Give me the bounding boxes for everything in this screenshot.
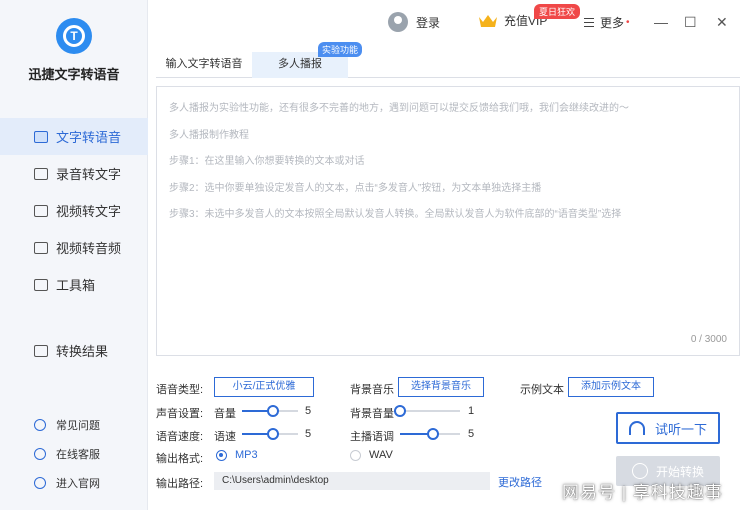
toolbox-icon (34, 278, 48, 291)
notification-dot: • (626, 17, 630, 28)
sound-settings-label: 声音设置: (156, 408, 204, 420)
format-mp3-radio[interactable]: MP3 (216, 449, 258, 461)
volume-slider-handle[interactable] (266, 405, 279, 417)
speech-speed-label: 语音速度: (156, 431, 204, 443)
website-link[interactable]: 进入官网 (0, 468, 148, 497)
text-to-speech-icon (34, 130, 48, 143)
radio-unselected-icon (350, 449, 361, 461)
tab-text-input[interactable]: 输入文字转语音 (156, 52, 252, 78)
pitch-value: 5 (468, 428, 475, 440)
speed-value: 5 (305, 428, 312, 440)
question-icon (34, 418, 46, 431)
volume-label: 音量 (214, 408, 236, 420)
monitor-icon (34, 476, 46, 489)
recording-icon (34, 167, 48, 180)
hint-line: 步骤2：选中你要单独设定发音人的文本，点击“多发音人”按钮，为文本单独选择主播 (169, 182, 542, 194)
more-menu-button[interactable]: 更多 • (584, 14, 630, 31)
sidebar-item-toolbox[interactable]: 工具箱 (0, 266, 148, 303)
support-label: 在线客服 (56, 448, 100, 461)
sidebar-item-video-to-audio[interactable]: 视频转音频 (0, 229, 148, 266)
app-title: 迅捷文字转语音 (28, 67, 120, 82)
speed-slider-handle[interactable] (266, 428, 279, 440)
wav-label: WAV (369, 449, 393, 461)
login-label: 登录 (416, 15, 441, 30)
voice-type-button[interactable]: 小云/正式优雅 (214, 377, 314, 397)
video-text-icon (34, 204, 48, 217)
sidebar-item-label: 工具箱 (56, 278, 96, 293)
sidebar-item-label: 转换结果 (56, 344, 109, 359)
more-label: 更多 (600, 16, 625, 30)
experimental-badge: 实验功能 (318, 42, 363, 57)
output-path-label: 输出路径: (156, 478, 204, 490)
sidebar-results: 转换结果 (0, 332, 148, 369)
character-counter: 0 / 3000 (690, 334, 727, 345)
menu-icon (584, 18, 594, 27)
sidebar-item-label: 视频转文字 (56, 204, 122, 219)
bg-volume-slider-handle[interactable] (394, 405, 406, 417)
change-path-link[interactable]: 更改路径 (498, 474, 542, 490)
bg-volume-slider[interactable] (394, 405, 460, 417)
website-label: 进入官网 (56, 477, 100, 490)
headset-icon (34, 447, 46, 460)
volume-value: 5 (305, 405, 312, 417)
pitch-slider[interactable] (400, 428, 460, 440)
promo-badge: 夏日狂欢 (534, 4, 581, 19)
video-audio-icon (34, 241, 48, 254)
logo-mark-icon: T (63, 25, 85, 47)
headphones-icon (628, 421, 645, 435)
speed-sub-label: 语速 (214, 431, 236, 443)
user-avatar-icon (388, 12, 408, 32)
listen-label: 试听一下 (654, 421, 707, 437)
example-text-label: 示例文本 (520, 384, 564, 396)
text-input-area[interactable]: 多人播报为实验性功能，还有很多不完善的地方，遇到问题可以提交反馈给我们哦，我们会… (156, 86, 740, 356)
format-wav-radio[interactable]: WAV (350, 449, 393, 461)
sidebar-bottom-links: 常见问题 在线客服 进入官网 (0, 410, 148, 497)
mode-tabs: 输入文字转语音 多人播报 (156, 52, 740, 78)
hint-line: 多人播报为实验性功能，还有很多不完善的地方，遇到问题可以提交反馈给我们哦，我们会… (169, 103, 629, 114)
pitch-label: 主播语调 (350, 431, 394, 443)
speed-slider[interactable] (242, 428, 298, 440)
watermark-text: 网易号 | 享科技趣事 (562, 483, 723, 502)
crown-icon (479, 14, 497, 27)
mp3-label: MP3 (235, 449, 258, 461)
minimize-button[interactable]: — (654, 14, 668, 30)
radio-selected-icon (216, 449, 227, 461)
support-link[interactable]: 在线客服 (0, 439, 148, 468)
sidebar-item-results[interactable]: 转换结果 (0, 332, 148, 369)
sidebar-item-label: 录音转文字 (56, 167, 122, 182)
play-icon (631, 463, 648, 479)
start-label: 开始转换 (655, 464, 704, 479)
output-format-label: 输出格式: (156, 453, 204, 465)
sidebar-item-text-to-speech[interactable]: 文字转语音 (0, 118, 148, 155)
add-example-text-button[interactable]: 添加示例文本 (568, 377, 654, 397)
select-bg-music-button[interactable]: 选择背景音乐 (398, 377, 484, 397)
sidebar-item-video-to-text[interactable]: 视频转文字 (0, 192, 148, 229)
faq-label: 常见问题 (56, 419, 100, 432)
hint-line: 步骤1：在这里输入你想要转换的文本或对话 (169, 156, 365, 167)
title-bar: 登录 充值VIP 夏日狂欢 更多 • — ☐ ✕ (148, 0, 750, 44)
sidebar: T 迅捷文字转语音 文字转语音 录音转文字 视频转文字 视频转音频 工具箱 转换… (0, 0, 148, 510)
voice-type-label: 语音类型: (156, 384, 204, 396)
maximize-button[interactable]: ☐ (684, 14, 697, 31)
bg-music-label: 背景音乐 (350, 384, 394, 396)
sidebar-item-label: 视频转音频 (56, 241, 122, 256)
pitch-slider-handle[interactable] (427, 428, 439, 440)
preview-listen-button[interactable]: 试听一下 (616, 412, 720, 444)
sidebar-item-label: 文字转语音 (56, 130, 122, 145)
sidebar-nav: 文字转语音 录音转文字 视频转文字 视频转音频 工具箱 (0, 118, 148, 303)
close-button[interactable]: ✕ (716, 14, 728, 31)
hint-line: 步骤3：未选中多发音人的文本按照全局默认发音人转换。全局默认发音人为软件底部的“… (169, 209, 622, 220)
bg-volume-value: 1 (468, 405, 475, 417)
app-logo: T (56, 18, 92, 54)
volume-slider[interactable] (242, 405, 298, 417)
sidebar-item-recording-to-text[interactable]: 录音转文字 (0, 155, 148, 192)
hint-line: 多人播报制作教程 (169, 129, 249, 141)
results-icon (34, 344, 48, 357)
bg-volume-label: 背景音量 (350, 408, 394, 420)
login-button[interactable]: 登录 (388, 12, 440, 32)
output-path-field[interactable]: C:\Users\admin\desktop (214, 472, 490, 490)
faq-link[interactable]: 常见问题 (0, 410, 148, 439)
